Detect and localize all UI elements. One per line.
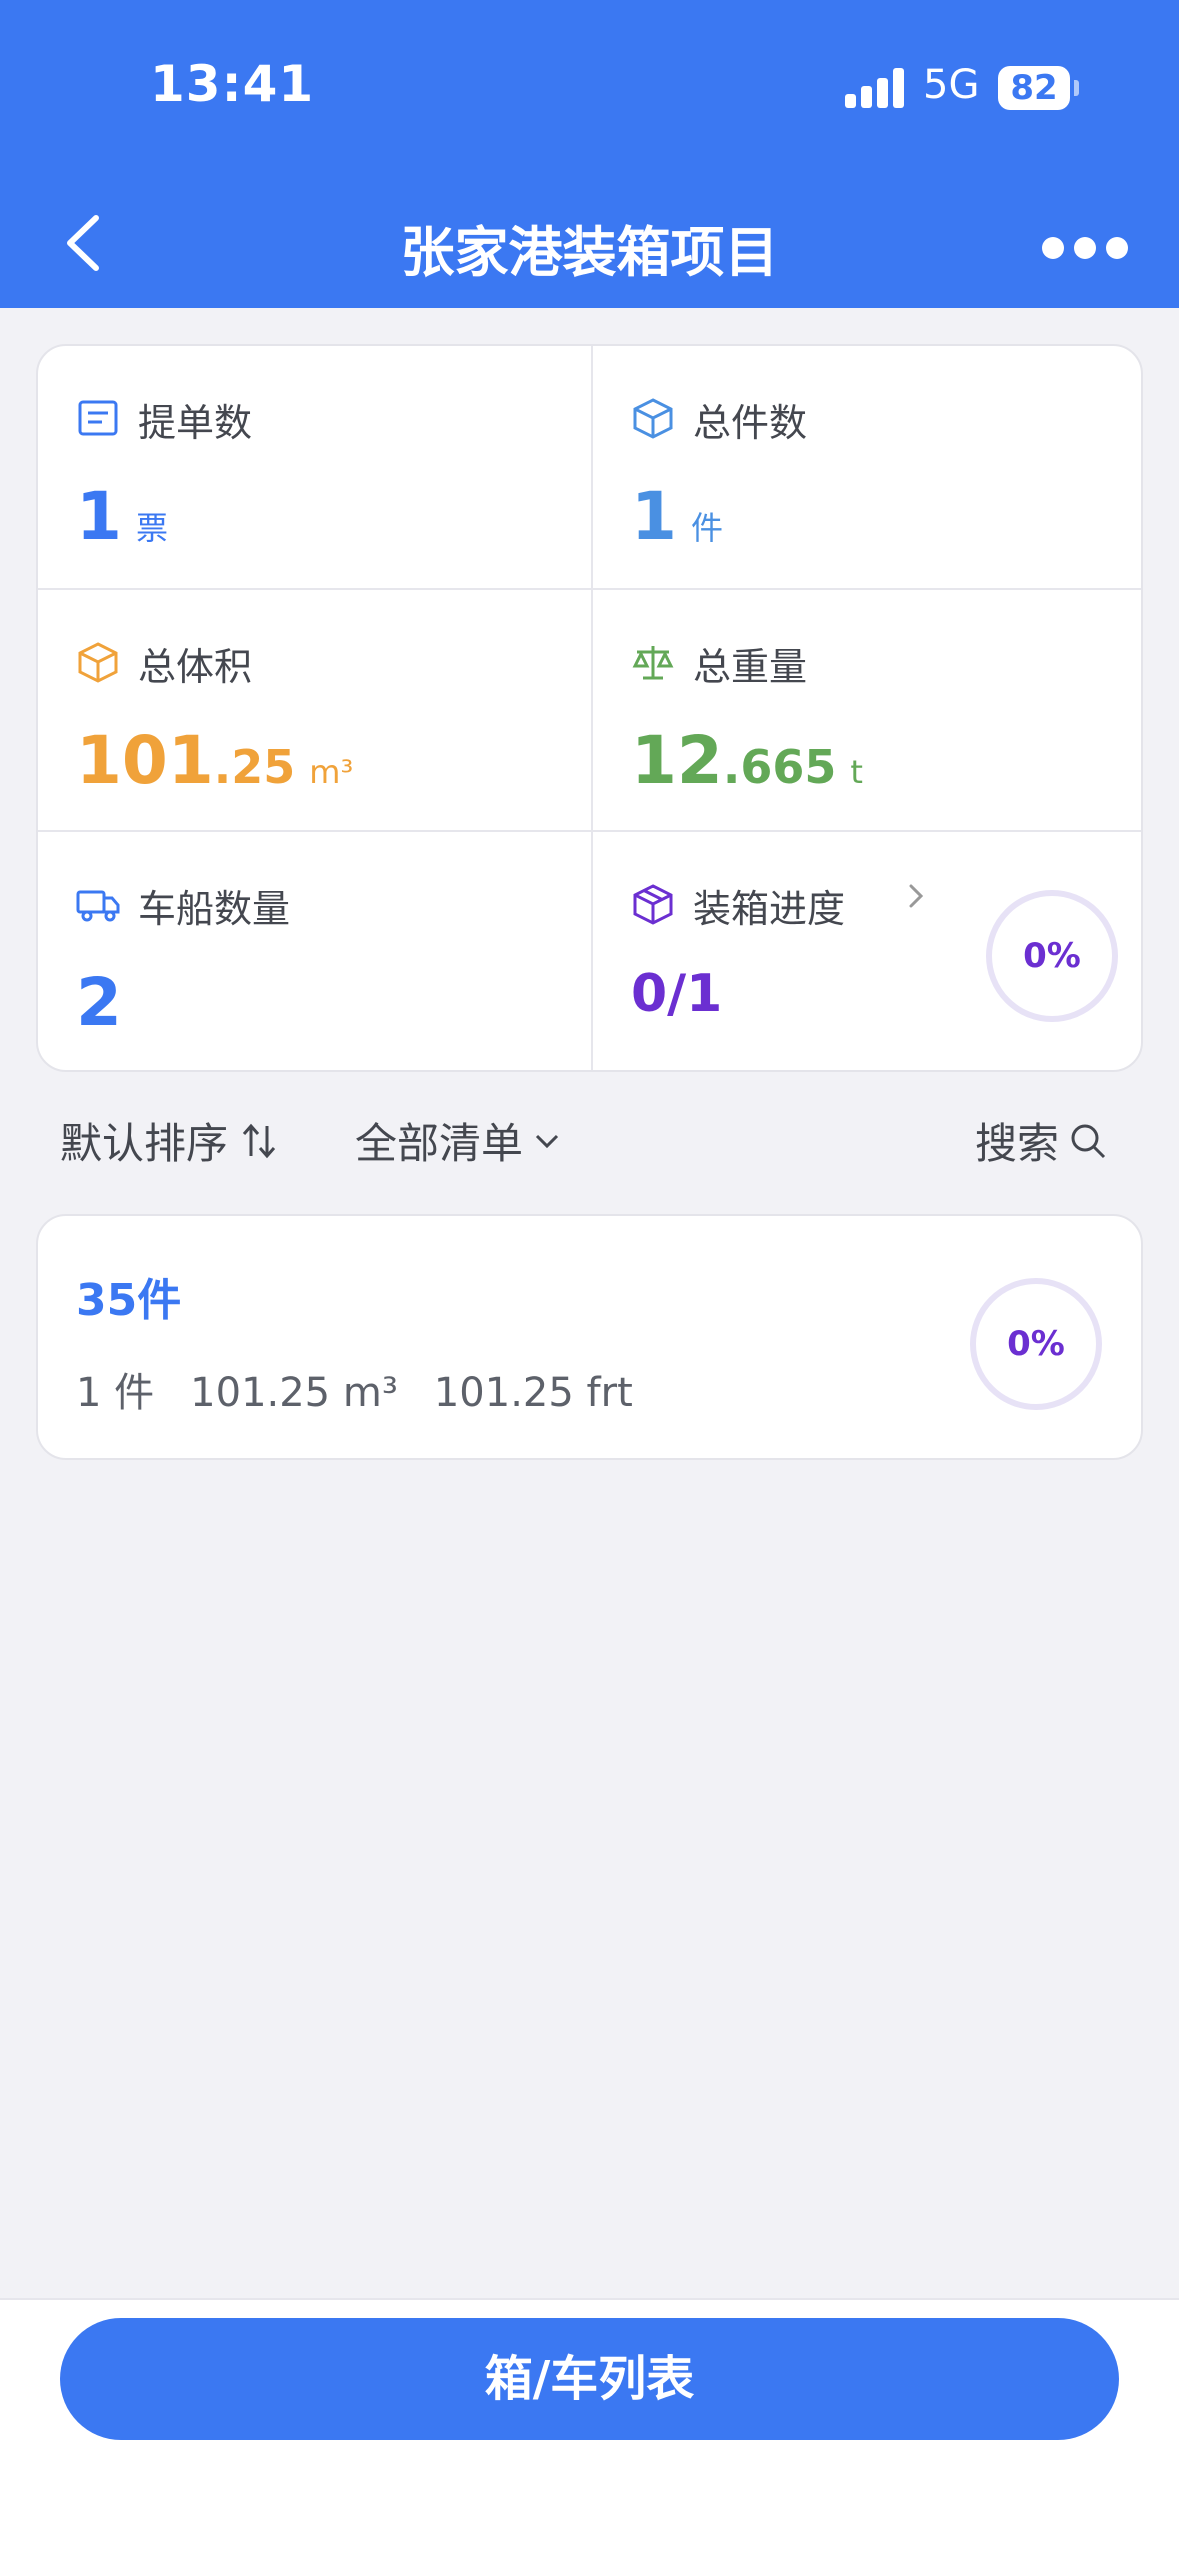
search-label: 搜索 [975, 1119, 1060, 1168]
truck-icon [76, 890, 120, 922]
stat-label: 车船数量 [138, 887, 291, 931]
list-item[interactable]: 35件 1 件 101.25 m³ 101.25 frt 0% [36, 1214, 1143, 1460]
document-icon [78, 400, 118, 436]
status-time: 13:41 [150, 55, 315, 113]
page-title: 张家港装箱项目 [400, 221, 779, 284]
bottom-bar: 箱/车列表 [0, 2298, 1179, 2556]
container-list-button[interactable]: 箱/车列表 [60, 2318, 1119, 2440]
progress-ring: 0% [970, 1278, 1102, 1410]
package-icon [633, 398, 673, 439]
search-icon [1071, 1124, 1106, 1158]
stat-bills: 提单数 1票 [38, 346, 591, 588]
chevron-right-icon [905, 876, 927, 925]
signal-icon [845, 68, 905, 108]
stat-value: 1件 [631, 478, 723, 555]
cube-icon [78, 642, 118, 683]
chevron-down-icon [535, 1134, 559, 1148]
battery-icon: 82 [998, 66, 1079, 110]
progress-ring: 0% [986, 890, 1118, 1022]
list-item-meta: 1 件 101.25 m³ 101.25 frt [76, 1360, 669, 1418]
sort-icon [242, 1123, 276, 1158]
sort-dropdown[interactable]: 默认排序 [60, 1110, 282, 1171]
summary-card: 提单数 1票 总件数 1件 总体积 101.25 m³ 总重量 12.665 t… [36, 344, 1143, 1072]
more-button[interactable] [1040, 225, 1130, 261]
stat-label: 提单数 [138, 401, 253, 445]
list-filter-label: 全部清单 [355, 1119, 524, 1168]
stat-volume: 总体积 101.25 m³ [38, 588, 591, 830]
stat-value: 1票 [76, 478, 168, 555]
stat-value: 101.25 m³ [76, 722, 354, 799]
stat-value: 12.665 t [631, 722, 863, 799]
stat-weight: 总重量 12.665 t [591, 588, 1141, 830]
list-item-freight: 101.25 frt [433, 1370, 633, 1416]
stat-value: 2 [76, 964, 122, 1041]
stat-label: 总重量 [693, 645, 808, 689]
stat-progress[interactable]: 装箱进度 0/1 0% [591, 830, 1141, 1070]
scale-icon [632, 646, 674, 680]
top-bar: 13:41 5G 82 张家港装箱项目 [0, 0, 1179, 308]
stat-pieces: 总件数 1件 [591, 346, 1141, 588]
list-item-volume: 101.25 m³ [190, 1370, 398, 1416]
stat-label: 总体积 [138, 645, 253, 689]
search-button[interactable]: 搜索 [975, 1110, 1109, 1171]
filter-bar: 默认排序 全部清单 搜索 [60, 1110, 1120, 1180]
stat-value: 0/1 [631, 964, 723, 1024]
sort-label: 默认排序 [60, 1119, 229, 1168]
stat-label: 装箱进度 [693, 887, 846, 931]
list-filter-dropdown[interactable]: 全部清单 [355, 1110, 563, 1171]
list-item-title: 35件 [76, 1275, 182, 1326]
network-type: 5G [923, 62, 980, 108]
box-icon [633, 884, 673, 925]
stat-vehicles: 车船数量 2 [38, 830, 591, 1070]
more-icon [1042, 237, 1064, 259]
stat-label: 总件数 [693, 401, 808, 445]
list-item-count: 1 件 [76, 1370, 155, 1416]
